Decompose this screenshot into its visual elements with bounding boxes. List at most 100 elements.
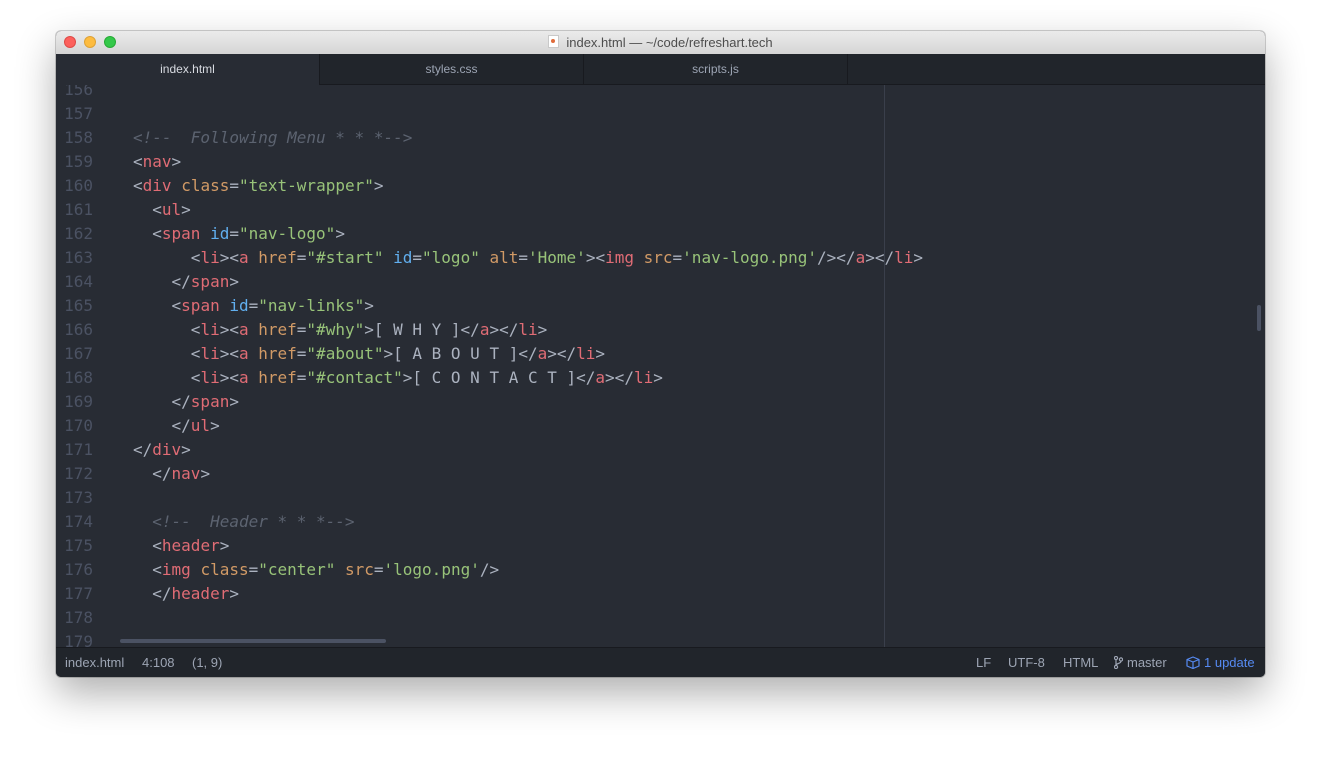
code-token: > xyxy=(229,392,239,411)
code-token: "#contact" xyxy=(306,368,403,387)
line-number: 163 xyxy=(64,248,93,267)
code-line[interactable]: 169 </span> xyxy=(56,390,1265,414)
editor-window: index.html — ~/code/refreshart.tech inde… xyxy=(56,31,1265,677)
code-token: div xyxy=(142,176,172,195)
code-line[interactable]: 172 </nav> xyxy=(56,462,1265,486)
code-token: < xyxy=(133,248,201,267)
code-token: id xyxy=(393,248,413,267)
code-token: div xyxy=(152,440,182,459)
code-token: /></ xyxy=(817,248,856,267)
code-token: ></ xyxy=(547,344,577,363)
line-number: 168 xyxy=(64,368,93,387)
code-line[interactable]: 156 xyxy=(56,85,1265,102)
code-token: "#about" xyxy=(306,344,384,363)
code-token: = xyxy=(229,224,239,243)
line-number: 175 xyxy=(64,536,93,555)
code-line[interactable]: 160 <div class="text-wrapper"> xyxy=(56,174,1265,198)
code-line[interactable]: 178 xyxy=(56,606,1265,630)
code-text: </header> xyxy=(133,582,239,606)
code-token: = xyxy=(373,560,384,579)
status-cursor-position[interactable]: 4:108 xyxy=(142,648,175,677)
tab-styles-css[interactable]: styles.css xyxy=(320,54,584,84)
code-line[interactable]: 162 <span id="nav-logo"> xyxy=(56,222,1265,246)
package-updates-label: 1 update xyxy=(1204,655,1255,670)
code-token: 'logo.png' xyxy=(383,560,480,579)
code-text: </ul> xyxy=(133,414,220,438)
code-line[interactable]: 175 <header> xyxy=(56,534,1265,558)
code-token: > xyxy=(229,584,239,603)
status-grammar[interactable]: HTML xyxy=(1063,648,1098,677)
tab-scripts-js[interactable]: scripts.js xyxy=(584,54,848,84)
code-line[interactable]: 174 <!-- Header * * *--> xyxy=(56,510,1265,534)
line-number: 167 xyxy=(64,344,93,363)
code-token: >< xyxy=(219,320,239,339)
code-token: < xyxy=(133,296,182,315)
code-text: <li><a href="#why">[ W H Y ]</a></li> xyxy=(133,318,547,342)
code-line[interactable]: 168 <li><a href="#contact">[ C O N T A C… xyxy=(56,366,1265,390)
status-package-updates[interactable]: 1 update xyxy=(1186,648,1255,677)
code-token: < xyxy=(133,224,162,243)
code-token: li xyxy=(200,320,220,339)
code-line[interactable]: 176 <img class="center" src='logo.png'/> xyxy=(56,558,1265,582)
code-token: = xyxy=(229,176,239,195)
window-title-container: index.html — ~/code/refreshart.tech xyxy=(56,31,1265,54)
code-text: <!-- Following Menu * * *--> xyxy=(133,126,412,150)
code-line[interactable]: 165 <span id="nav-links"> xyxy=(56,294,1265,318)
code-line[interactable]: 173 xyxy=(56,486,1265,510)
code-token: href xyxy=(258,368,297,387)
code-token: "nav-links" xyxy=(258,296,365,315)
code-token: > xyxy=(181,440,191,459)
code-token: > xyxy=(181,200,191,219)
code-line[interactable]: 163 <li><a href="#start" id="logo" alt='… xyxy=(56,246,1265,270)
code-token: "text-wrapper" xyxy=(239,176,374,195)
tab-index-html[interactable]: index.html xyxy=(56,54,320,85)
code-token: 'nav-logo.png' xyxy=(682,248,818,267)
code-token: < xyxy=(133,368,201,387)
code-token: > xyxy=(335,224,345,243)
code-token: </ xyxy=(133,272,191,291)
code-token: < xyxy=(133,176,143,195)
code-line[interactable]: 166 <li><a href="#why">[ W H Y ]</a></li… xyxy=(56,318,1265,342)
code-token: < xyxy=(133,320,201,339)
code-line[interactable]: 170 </ul> xyxy=(56,414,1265,438)
code-line[interactable]: 161 <ul> xyxy=(56,198,1265,222)
code-text: <li><a href="#start" id="logo" alt='Home… xyxy=(133,246,923,270)
status-selection-count[interactable]: (1, 9) xyxy=(192,648,222,677)
code-token: </ xyxy=(133,464,172,483)
code-line[interactable]: 179 xyxy=(56,630,1265,647)
code-line[interactable]: 171 </div> xyxy=(56,438,1265,462)
code-line[interactable]: 164 </span> xyxy=(56,270,1265,294)
code-editor[interactable]: 156 157 158 <!-- Following Menu * * *--> 159… xyxy=(56,85,1265,647)
status-git-branch[interactable]: master xyxy=(1114,648,1167,677)
status-line-ending[interactable]: LF xyxy=(976,648,991,677)
line-number: 177 xyxy=(64,584,93,603)
line-number: 174 xyxy=(64,512,93,531)
code-line[interactable]: 157 xyxy=(56,102,1265,126)
code-line[interactable]: 159 <nav> xyxy=(56,150,1265,174)
title-bar[interactable]: index.html — ~/code/refreshart.tech xyxy=(56,31,1265,55)
status-encoding[interactable]: UTF-8 xyxy=(1008,648,1045,677)
code-token: = xyxy=(248,560,259,579)
code-token: ul xyxy=(161,200,182,219)
code-line[interactable]: 158 <!-- Following Menu * * *--> xyxy=(56,126,1265,150)
code-token: nav xyxy=(142,152,172,171)
code-text: </div> xyxy=(133,438,191,462)
code-token: li xyxy=(200,248,220,267)
line-number: 160 xyxy=(64,176,93,195)
code-token: nav xyxy=(171,464,201,483)
status-file-path[interactable]: index.html xyxy=(65,648,124,677)
code-token: li xyxy=(576,344,596,363)
code-line[interactable]: 177 </header> xyxy=(56,582,1265,606)
code-token: > xyxy=(537,320,548,339)
code-token: span xyxy=(181,296,220,315)
code-token: >< xyxy=(219,248,239,267)
code-line[interactable]: 167 <li><a href="#about">[ A B O U T ]</… xyxy=(56,342,1265,366)
code-token: a xyxy=(855,248,866,267)
code-token: <!-- Following Menu * * *--> xyxy=(133,128,413,147)
window-title: index.html — ~/code/refreshart.tech xyxy=(566,35,773,50)
